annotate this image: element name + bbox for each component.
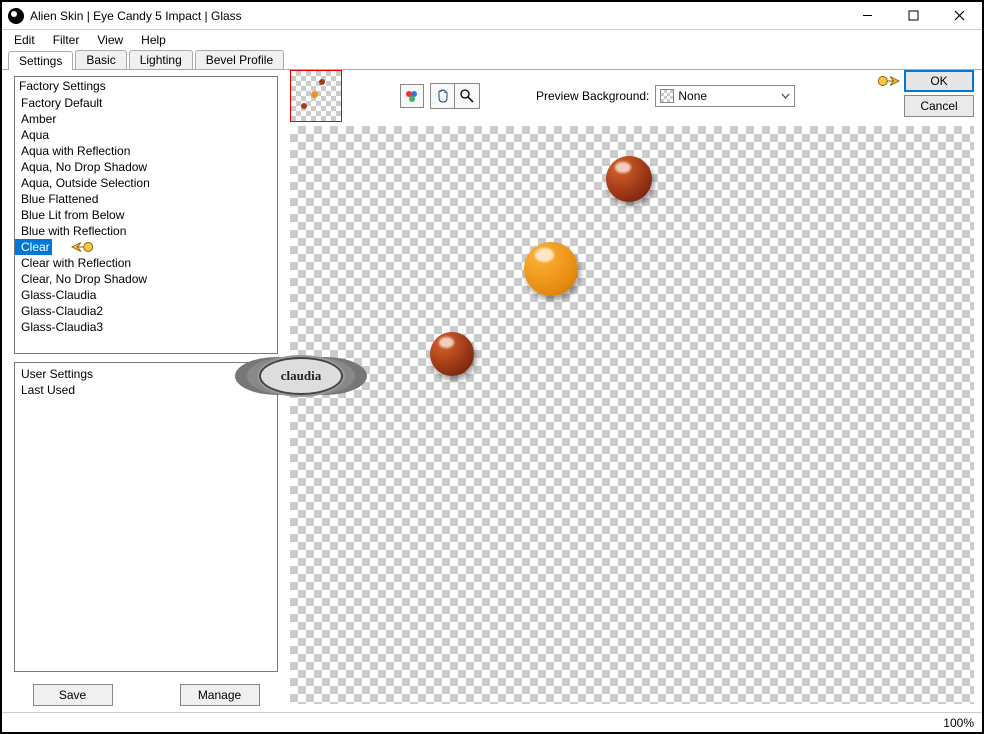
thumb-sphere-icon xyxy=(319,79,325,85)
list-item[interactable]: Aqua with Reflection xyxy=(15,143,277,159)
maximize-button[interactable] xyxy=(890,2,936,29)
user-settings-listbox[interactable]: User Settings Last Used xyxy=(14,362,278,672)
list-item[interactable]: Glass-Claudia xyxy=(15,287,277,303)
preview-area: OK Cancel xyxy=(282,70,982,712)
pointer-hand-icon xyxy=(65,238,97,256)
menu-edit[interactable]: Edit xyxy=(6,31,43,49)
list-item[interactable]: Last Used xyxy=(15,382,277,398)
preview-bg-value: None xyxy=(678,89,707,103)
preview-bg-label: Preview Background: xyxy=(536,89,649,103)
window-controls xyxy=(844,2,982,29)
tab-lighting[interactable]: Lighting xyxy=(129,50,193,69)
main-area: Factory Settings Factory Default Amber A… xyxy=(2,70,982,712)
tab-bevel-profile[interactable]: Bevel Profile xyxy=(195,50,284,69)
list-item-selected[interactable]: Clear xyxy=(15,239,52,255)
factory-settings-body[interactable]: Factory Default Amber Aqua Aqua with Ref… xyxy=(15,95,277,353)
title-bar: Alien Skin | Eye Candy 5 Impact | Glass xyxy=(2,2,982,30)
list-item[interactable]: Clear, No Drop Shadow xyxy=(15,271,277,287)
app-icon xyxy=(8,8,24,24)
user-settings-header: User Settings xyxy=(15,363,277,382)
status-bar: 100% xyxy=(2,712,982,732)
menu-filter[interactable]: Filter xyxy=(45,31,88,49)
zoom-level: 100% xyxy=(943,716,974,730)
panel-button-row: Save Manage xyxy=(14,680,278,706)
chevron-down-icon xyxy=(781,89,790,103)
menu-bar: Edit Filter View Help xyxy=(2,30,982,50)
glass-sphere xyxy=(524,242,578,296)
settings-panel: Factory Settings Factory Default Amber A… xyxy=(2,70,282,712)
menu-view[interactable]: View xyxy=(89,31,131,49)
thumb-sphere-icon xyxy=(301,103,307,109)
close-button[interactable] xyxy=(936,2,982,29)
preview-controls: Preview Background: None xyxy=(282,70,982,122)
thumb-sphere-icon xyxy=(311,91,318,98)
preview-canvas[interactable] xyxy=(290,126,974,704)
transparency-swatch-icon xyxy=(660,89,674,103)
list-item[interactable]: Blue with Reflection xyxy=(15,223,277,239)
save-button[interactable]: Save xyxy=(33,684,113,706)
tab-strip: Settings Basic Lighting Bevel Profile xyxy=(2,50,982,70)
factory-settings-header: Factory Settings xyxy=(15,77,277,95)
factory-settings-listbox[interactable]: Factory Settings Factory Default Amber A… xyxy=(14,76,278,354)
hand-tool-icon[interactable] xyxy=(431,84,455,108)
glass-sphere xyxy=(430,332,474,376)
preview-bg-dropdown[interactable]: None xyxy=(655,85,795,107)
list-item[interactable]: Aqua xyxy=(15,127,277,143)
color-picker-tool-icon[interactable] xyxy=(400,84,424,108)
manage-button[interactable]: Manage xyxy=(180,684,260,706)
view-tools-group xyxy=(430,83,480,109)
navigator-thumbnail[interactable] xyxy=(290,70,342,122)
list-item[interactable]: Glass-Claudia3 xyxy=(15,319,277,335)
menu-help[interactable]: Help xyxy=(133,31,174,49)
list-item[interactable]: Clear with Reflection xyxy=(15,255,277,271)
list-item[interactable]: Amber xyxy=(15,111,277,127)
tab-basic[interactable]: Basic xyxy=(75,50,126,69)
zoom-tool-icon[interactable] xyxy=(455,84,479,108)
minimize-button[interactable] xyxy=(844,2,890,29)
list-item[interactable]: Glass-Claudia2 xyxy=(15,303,277,319)
window-title: Alien Skin | Eye Candy 5 Impact | Glass xyxy=(30,9,844,23)
list-item[interactable]: Blue Flattened xyxy=(15,191,277,207)
list-item[interactable]: Factory Default xyxy=(15,95,277,111)
tab-settings[interactable]: Settings xyxy=(8,51,73,70)
list-item[interactable]: Aqua, Outside Selection xyxy=(15,175,277,191)
list-item[interactable]: Blue Lit from Below xyxy=(15,207,277,223)
app-window: Alien Skin | Eye Candy 5 Impact | Glass … xyxy=(0,0,984,734)
list-item[interactable]: Aqua, No Drop Shadow xyxy=(15,159,277,175)
glass-sphere xyxy=(606,156,652,202)
